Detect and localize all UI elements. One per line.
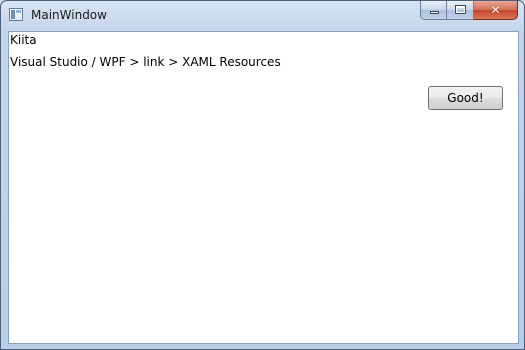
- client-area: Kiita Visual Studio / WPF > link > XAML …: [8, 31, 519, 344]
- text-line-breadcrumb: Visual Studio / WPF > link > XAML Resour…: [10, 55, 281, 69]
- minimize-icon: [430, 11, 439, 14]
- text-line-kiita: Kiita: [10, 33, 37, 47]
- good-button[interactable]: Good!: [428, 86, 503, 110]
- maximize-icon: [455, 5, 466, 14]
- app-window-icon[interactable]: [9, 8, 23, 21]
- minimize-button[interactable]: [420, 1, 447, 20]
- title-bar[interactable]: MainWindow ✕: [1, 1, 524, 31]
- caption-buttons: ✕: [420, 1, 518, 21]
- window-title: MainWindow: [31, 8, 107, 22]
- close-button[interactable]: ✕: [474, 1, 518, 20]
- close-icon: ✕: [490, 3, 501, 17]
- maximize-button[interactable]: [447, 1, 474, 20]
- main-window: MainWindow ✕ Kiita Visual Studio / WPF >…: [0, 0, 525, 350]
